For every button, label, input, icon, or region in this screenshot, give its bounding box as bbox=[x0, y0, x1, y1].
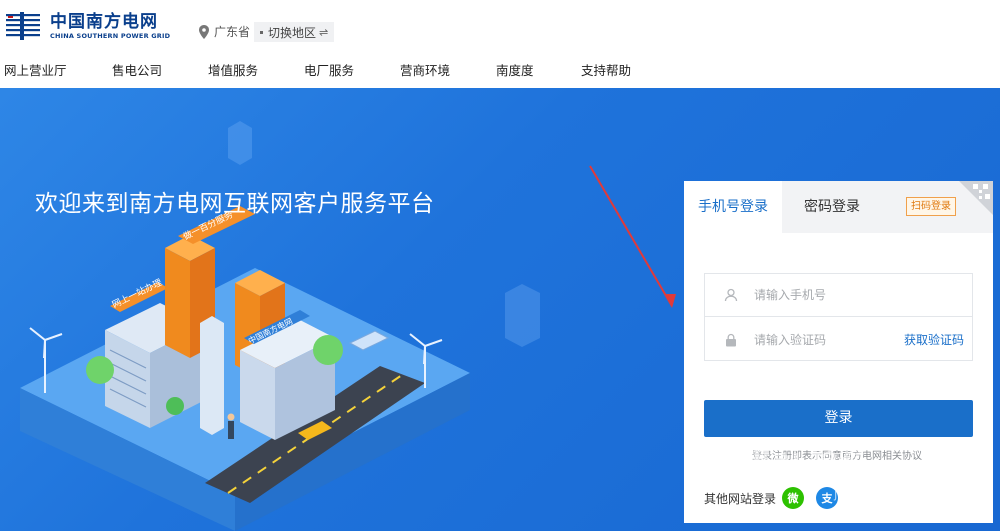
tree-icon bbox=[166, 397, 184, 415]
tower-face bbox=[165, 248, 190, 358]
wechat-icon[interactable]: 微 bbox=[782, 487, 805, 509]
arrow-line bbox=[589, 165, 673, 307]
nav-item-plant-service[interactable]: 电厂服务 bbox=[304, 60, 354, 79]
login-button[interactable]: 登录 bbox=[704, 400, 973, 437]
person-icon bbox=[228, 421, 234, 439]
region-indicator: 广东省 bbox=[198, 23, 250, 40]
qr-login-button[interactable]: 扫码登录 bbox=[906, 197, 956, 216]
login-form: 获取验证码 bbox=[704, 273, 973, 361]
power-grid-logo-icon bbox=[6, 12, 40, 40]
tree-icon bbox=[86, 356, 114, 384]
current-region: 广东省 bbox=[214, 25, 251, 39]
brand-name-en: CHINA SOUTHERN POWER GRID bbox=[50, 31, 171, 40]
baidu-watermark: Bai 经验 bbox=[752, 444, 866, 474]
other-login-label: 其他网站登录 bbox=[704, 491, 777, 506]
main-nav: 网上营业厅 售电公司 增值服务 电厂服务 营商环境 南度度 支持帮助 bbox=[0, 60, 1000, 80]
baidu-watermark-url: jingyan.baidu.com bbox=[834, 487, 945, 501]
tree-icon bbox=[313, 335, 343, 365]
brand-name: 中国南方电网 bbox=[50, 11, 158, 32]
hero-title: 欢迎来到南方电网互联网客户服务平台 bbox=[35, 191, 435, 217]
swap-icon: ⇌ bbox=[319, 25, 329, 39]
nav-item-power-sales[interactable]: 售电公司 bbox=[112, 60, 162, 79]
nav-item-nandudu[interactable]: 南度度 bbox=[496, 60, 534, 79]
user-icon bbox=[724, 288, 738, 302]
phone-input[interactable] bbox=[754, 288, 904, 302]
nav-item-value-added[interactable]: 增值服务 bbox=[208, 60, 258, 79]
qr-code-icon[interactable] bbox=[959, 181, 993, 215]
tab-password-login[interactable]: 密码登录 bbox=[804, 181, 860, 233]
person-head bbox=[227, 413, 235, 421]
nav-item-online-hall[interactable]: 网上营业厅 bbox=[4, 60, 67, 79]
tab-phone-login[interactable]: 手机号登录 bbox=[684, 181, 782, 233]
location-pin-icon bbox=[199, 24, 209, 39]
arrow-head-icon bbox=[664, 294, 676, 308]
switch-region-button[interactable]: 切换地区 ⇌ bbox=[254, 22, 335, 42]
code-row: 获取验证码 bbox=[705, 318, 972, 361]
slim-tower bbox=[200, 316, 224, 435]
phone-row bbox=[705, 274, 972, 317]
bullet-icon bbox=[260, 30, 263, 34]
nav-item-business-env[interactable]: 营商环境 bbox=[400, 60, 450, 79]
lock-icon bbox=[726, 333, 736, 346]
code-input[interactable] bbox=[754, 332, 904, 347]
switch-region-label: 切换地区 bbox=[268, 25, 317, 40]
login-tabs: 手机号登录 密码登录 扫码登录 bbox=[684, 181, 993, 233]
nav-item-help[interactable]: 支持帮助 bbox=[581, 60, 631, 79]
other-login: 其他网站登录 微 支 bbox=[704, 487, 839, 509]
get-code-link[interactable]: 获取验证码 bbox=[904, 331, 964, 348]
site-logo[interactable]: 中国南方电网 CHINA SOUTHERN POWER GRID bbox=[4, 8, 179, 44]
site-header: 中国南方电网 CHINA SOUTHERN POWER GRID 广东省 切换地… bbox=[0, 0, 1000, 88]
